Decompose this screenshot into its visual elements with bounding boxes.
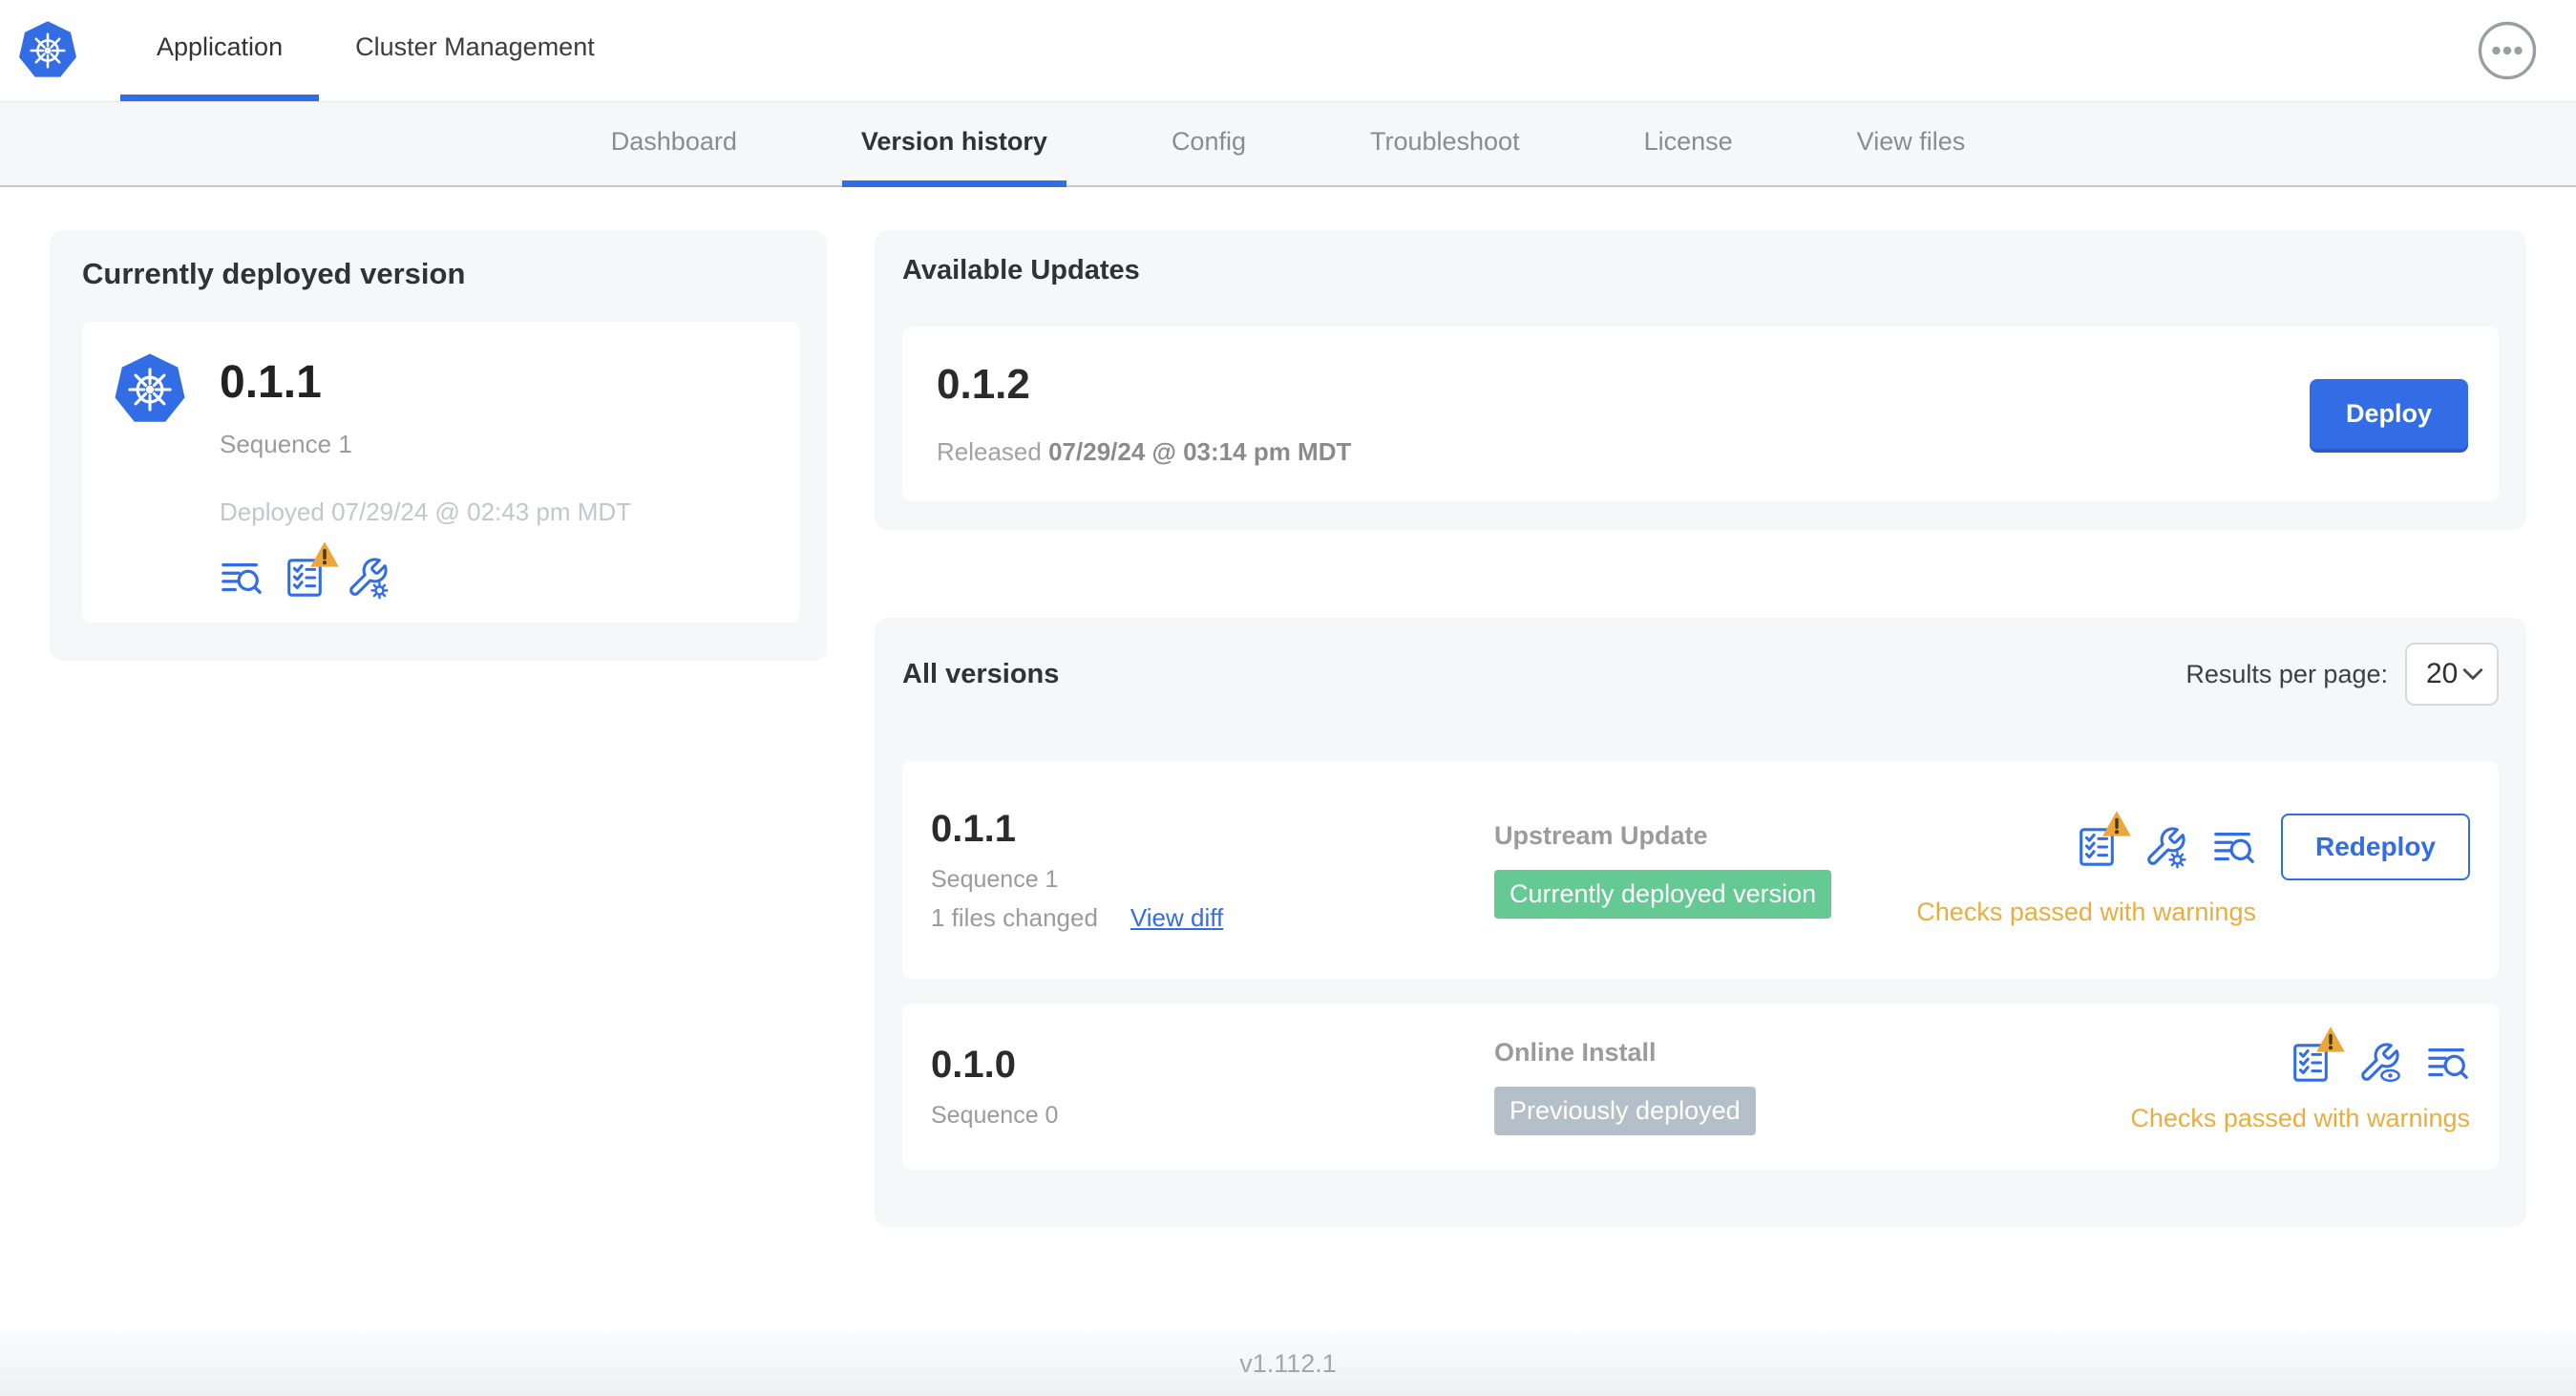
view-diff-link[interactable]: View diff xyxy=(1130,903,1223,933)
tab-troubleshoot[interactable]: Troubleshoot xyxy=(1351,102,1539,187)
currently-deployed-panel: Currently deployed version 0.1.1 Sequenc… xyxy=(50,230,827,661)
checks-status-text: Checks passed with warnings xyxy=(2130,1103,2470,1132)
deploy-button[interactable]: Deploy xyxy=(2309,379,2468,449)
tab-version-history[interactable]: Version history xyxy=(841,102,1066,187)
ellipsis-icon xyxy=(2477,20,2538,81)
checks-status-text: Checks passed with warnings xyxy=(1916,897,2256,926)
tab-view-files[interactable]: View files xyxy=(1838,102,1985,187)
app-header: Application Cluster Management xyxy=(0,0,2576,102)
available-updates-panel: Available Updates 0.1.2 Released 07/29/2… xyxy=(875,230,2526,530)
app-icon-kubernetes xyxy=(113,350,187,429)
version-sequence: Sequence 1 xyxy=(931,865,1059,893)
status-badge-previously-deployed: Previously deployed xyxy=(1494,1087,1756,1135)
right-column: Available Updates 0.1.2 Released 07/29/2… xyxy=(875,230,2526,1227)
update-version-number: 0.1.2 xyxy=(937,361,1030,408)
version-action-icons xyxy=(2075,825,2256,869)
app-subnav: Dashboard Version history Config Trouble… xyxy=(0,102,2576,187)
files-changed-label: 1 files changed xyxy=(931,902,1098,932)
available-update-card: 0.1.2 Released 07/29/24 @ 03:14 pm MDT D… xyxy=(902,327,2499,501)
chevron-down-icon xyxy=(2462,667,2483,681)
logs-search-icon[interactable] xyxy=(2212,825,2256,869)
results-per-page-label: Results per page: xyxy=(2185,659,2388,688)
admin-console: Application Cluster Management Dashboard… xyxy=(0,0,2576,1396)
available-update-info: 0.1.2 Released 07/29/24 @ 03:14 pm MDT xyxy=(937,361,1351,467)
version-row-0-1-0: 0.1.0 Sequence 0 Online Install Previous… xyxy=(902,1004,2499,1170)
version-info: 0.1.1 Sequence 1 1 files changed View di… xyxy=(931,808,1494,933)
tab-cluster-management[interactable]: Cluster Management xyxy=(319,0,631,101)
released-timestamp: 07/29/24 @ 03:14 pm MDT xyxy=(1048,437,1352,466)
preflight-checks-button[interactable] xyxy=(2075,825,2119,869)
available-updates-title: Available Updates xyxy=(902,255,1140,286)
version-number: 0.1.1 xyxy=(931,807,1016,850)
deployed-sequence: Sequence 1 xyxy=(220,430,352,458)
edit-config-icon[interactable] xyxy=(2143,825,2187,869)
preflight-checks-button[interactable] xyxy=(2289,1041,2333,1085)
results-per-page-select[interactable]: 20 xyxy=(2405,643,2499,706)
version-number: 0.1.0 xyxy=(931,1044,1016,1086)
overflow-menu-button[interactable] xyxy=(2477,20,2538,81)
deployed-action-icons xyxy=(220,556,631,600)
tab-dashboard-label: Dashboard xyxy=(610,126,737,156)
tab-license[interactable]: License xyxy=(1625,102,1752,187)
status-badge-currently-deployed: Currently deployed version xyxy=(1494,870,1832,919)
tab-application-label: Application xyxy=(157,32,284,61)
version-source: Upstream Update xyxy=(1494,821,1708,850)
logs-search-icon[interactable] xyxy=(220,556,264,600)
tab-view-files-label: View files xyxy=(1856,126,1966,156)
tab-dashboard[interactable]: Dashboard xyxy=(592,102,756,187)
version-source-cell: Upstream Update Currently deployed versi… xyxy=(1494,821,1916,919)
console-version: v1.112.1 xyxy=(1239,1349,1337,1378)
deployed-timestamp: Deployed 07/29/24 @ 02:43 pm MDT xyxy=(220,497,632,526)
app-footer: v1.112.1 xyxy=(0,1332,2576,1396)
version-actions: Checks passed with warnings xyxy=(2130,1041,2470,1133)
preflight-checks-button[interactable] xyxy=(283,556,327,600)
tab-config[interactable]: Config xyxy=(1152,102,1265,187)
tab-version-history-label: Version history xyxy=(860,126,1047,156)
update-released-line: Released 07/29/24 @ 03:14 pm MDT xyxy=(937,437,1351,467)
version-source: Online Install xyxy=(1494,1038,1657,1067)
redeploy-button[interactable]: Redeploy xyxy=(2280,813,2470,880)
version-action-icons xyxy=(2289,1041,2470,1085)
view-config-icon[interactable] xyxy=(2357,1041,2401,1085)
version-info: 0.1.0 Sequence 0 xyxy=(931,1044,1494,1130)
kubernetes-logo-icon xyxy=(17,19,78,82)
tab-cluster-management-label: Cluster Management xyxy=(355,32,595,61)
results-per-page-value: 20 xyxy=(2426,658,2459,689)
all-versions-title: All versions xyxy=(902,658,1060,689)
deployed-version-info: 0.1.1 Sequence 1 Deployed 07/29/24 @ 02:… xyxy=(220,350,631,600)
all-versions-header: All versions Results per page: 20 xyxy=(902,643,2499,706)
all-versions-panel: All versions Results per page: 20 0.1.1 … xyxy=(875,618,2526,1227)
version-actions: Redeploy Checks passed with warnings xyxy=(1916,814,2470,927)
currently-deployed-card: 0.1.1 Sequence 1 Deployed 07/29/24 @ 02:… xyxy=(82,322,800,623)
tab-application[interactable]: Application xyxy=(120,0,320,101)
version-source-cell: Online Install Previously deployed xyxy=(1494,1038,2130,1135)
version-sequence: Sequence 0 xyxy=(931,1102,1059,1129)
tab-troubleshoot-label: Troubleshoot xyxy=(1369,126,1520,156)
warning-triangle-icon xyxy=(309,540,340,569)
main-content: Currently deployed version 0.1.1 Sequenc… xyxy=(0,187,2576,1332)
deployed-version-number: 0.1.1 xyxy=(220,357,322,408)
released-prefix: Released xyxy=(937,437,1042,466)
version-row-0-1-1: 0.1.1 Sequence 1 1 files changed View di… xyxy=(902,761,2499,979)
logs-search-icon[interactable] xyxy=(2426,1041,2470,1085)
header-nav: Application Cluster Management xyxy=(120,0,631,101)
tab-license-label: License xyxy=(1643,126,1733,156)
edit-config-icon[interactable] xyxy=(346,556,390,600)
warning-triangle-icon xyxy=(2315,1026,2346,1054)
warning-triangle-icon xyxy=(2101,810,2132,838)
tab-config-label: Config xyxy=(1171,126,1246,156)
results-per-page: Results per page: 20 xyxy=(2185,643,2499,706)
currently-deployed-title: Currently deployed version xyxy=(82,257,466,290)
